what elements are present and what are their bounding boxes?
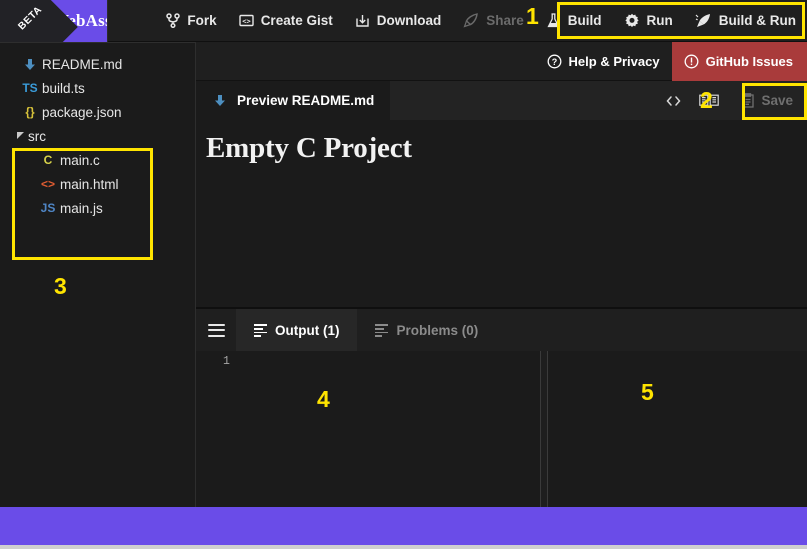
editor-tab-empty-space: [390, 81, 661, 120]
panel-splitter-handle[interactable]: [540, 351, 548, 507]
create-gist-label: Create Gist: [260, 13, 333, 28]
main-toolbar: Fork <> Create Gist Download Share Build…: [108, 0, 807, 42]
exclamation-circle-icon: [684, 54, 699, 69]
panel-menu-button[interactable]: [196, 309, 236, 351]
file-tree-item-main-c[interactable]: C main.c: [0, 148, 195, 172]
typescript-icon: TS: [22, 81, 38, 95]
file-tree-label: main.html: [60, 176, 119, 192]
file-tree-item-package-json[interactable]: {} package.json: [0, 100, 195, 124]
window-bottom-edge: [0, 545, 807, 549]
hamburger-menu-icon: [207, 323, 225, 337]
hamburger-menu-icon: [127, 14, 144, 27]
run-button[interactable]: Run: [613, 0, 684, 42]
download-icon: [355, 13, 370, 28]
file-tree-label: main.c: [60, 152, 100, 168]
editor-save-button[interactable]: Save: [731, 86, 803, 116]
bottom-panel-body: 1: [196, 351, 807, 507]
markdown-preview-body: Empty C Project: [196, 120, 807, 308]
preview-document-heading: Empty C Project: [206, 132, 412, 164]
build-and-run-button[interactable]: Build & Run: [684, 0, 807, 42]
build-label: Build: [567, 13, 602, 28]
top-toolbar-row: BETA WebAssembly Studio Fork <>: [0, 0, 807, 42]
file-tree-sidebar: README.md TS build.ts {} package.json sr…: [0, 42, 196, 507]
help-and-privacy-label: Help & Privacy: [568, 53, 660, 69]
create-gist-button[interactable]: <> Create Gist: [228, 0, 344, 42]
fork-button[interactable]: Fork: [155, 0, 227, 42]
view-source-icon[interactable]: [660, 81, 687, 120]
gear-icon: [624, 13, 640, 29]
beta-ribbon: [0, 0, 78, 42]
json-icon: {}: [25, 105, 35, 119]
html-file-icon: <>: [40, 177, 55, 191]
status-bar: [0, 507, 807, 545]
file-tree-item-main-html[interactable]: <> main.html: [0, 172, 195, 196]
file-tree-item-main-js[interactable]: JS main.js: [0, 196, 195, 220]
flask-icon: [546, 12, 561, 29]
file-tree-item-src-folder[interactable]: src: [0, 124, 195, 148]
svg-text:<>: <>: [242, 18, 250, 26]
save-clipboard-icon: [741, 93, 755, 108]
markdown-arrow-icon: [18, 58, 42, 71]
editor-save-label: Save: [761, 93, 793, 108]
lines-icon: [375, 324, 389, 337]
javascript-file-icon: JS: [40, 201, 56, 215]
file-tree-item-readme[interactable]: README.md: [0, 52, 195, 76]
app-brand[interactable]: BETA WebAssembly Studio: [0, 0, 109, 42]
editor-tab-bar: Preview README.md Save: [196, 81, 807, 120]
question-circle-icon: ?: [547, 54, 562, 69]
fork-label: Fork: [187, 13, 217, 28]
bottom-panel-tab-bar: Output (1) Problems (0): [196, 308, 807, 352]
help-and-privacy-button[interactable]: ? Help & Privacy: [535, 42, 672, 81]
lines-icon: [254, 324, 267, 337]
share-button[interactable]: Share: [452, 0, 535, 42]
code-brackets-icon: <>: [238, 13, 254, 28]
markdown-arrow-icon: [212, 94, 228, 107]
build-button[interactable]: Build: [535, 0, 613, 42]
file-tree-label: main.js: [60, 200, 103, 216]
download-label: Download: [376, 13, 442, 28]
tab-problems[interactable]: Problems (0): [357, 309, 497, 352]
webassembly-studio-window: BETA WebAssembly Studio Fork <>: [0, 0, 807, 549]
file-tree-label: README.md: [42, 56, 123, 72]
file-tree-label: package.json: [42, 104, 122, 120]
help-bar: ? Help & Privacy GitHub Issues: [196, 41, 807, 81]
file-tree-label: src: [28, 128, 46, 144]
download-button[interactable]: Download: [344, 0, 453, 42]
svg-text:?: ?: [551, 57, 557, 67]
tab-output-label: Output (1): [275, 323, 340, 338]
editor-tab-actions: Save: [660, 81, 807, 120]
build-and-run-label: Build & Run: [718, 13, 796, 28]
main-menu-button[interactable]: [116, 0, 155, 42]
split-view-icon[interactable]: [693, 81, 725, 120]
git-fork-icon: [166, 13, 181, 28]
run-label: Run: [646, 13, 673, 28]
c-file-icon: C: [43, 153, 53, 167]
tab-output[interactable]: Output (1): [236, 309, 358, 352]
rocket-icon: [463, 13, 479, 28]
output-console-left[interactable]: 1: [196, 351, 540, 507]
github-issues-label: GitHub Issues: [705, 53, 793, 69]
github-issues-button[interactable]: GitHub Issues: [671, 41, 807, 81]
rocket-run-icon: [695, 13, 712, 29]
output-line-number: 1: [223, 355, 230, 368]
file-tree-label: build.ts: [42, 80, 85, 96]
tab-problems-label: Problems (0): [396, 323, 479, 338]
editor-tab-label: Preview README.md: [237, 93, 375, 108]
output-console-right[interactable]: [548, 351, 807, 507]
editor-tab-preview-readme[interactable]: Preview README.md: [196, 81, 391, 120]
folder-expanded-icon: [16, 131, 26, 142]
file-tree-item-build-ts[interactable]: TS build.ts: [0, 76, 195, 100]
share-label: Share: [486, 13, 524, 28]
